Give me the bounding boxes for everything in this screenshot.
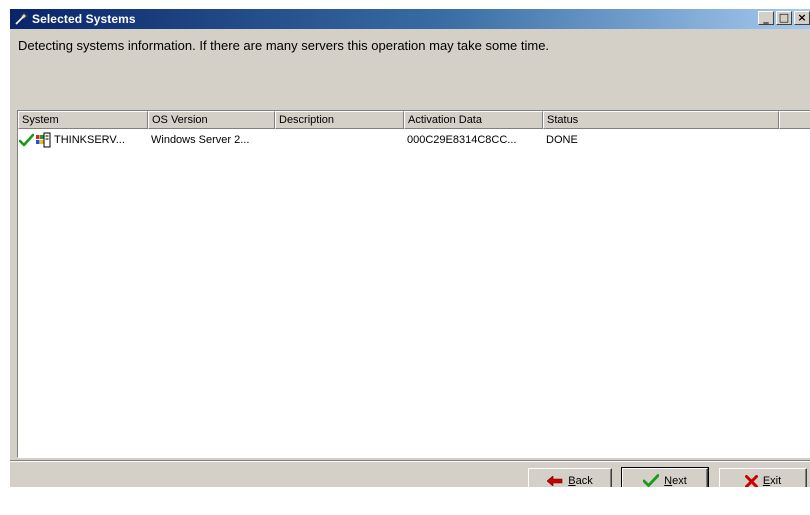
close-button[interactable]: × <box>794 11 810 25</box>
cell-activation-data: 000C29E8314C8CC... <box>407 134 517 146</box>
separator <box>10 460 810 462</box>
cell-os-version: Windows Server 2... <box>151 134 250 146</box>
back-arrow-icon <box>547 476 563 486</box>
cell-status: DONE <box>546 134 578 146</box>
exit-button-label: Exit <box>762 475 782 487</box>
exit-button[interactable]: Exit <box>719 468 807 487</box>
checkmark-icon <box>19 133 34 148</box>
checkmark-icon <box>643 474 660 487</box>
status-message: Detecting systems information. If there … <box>18 38 550 53</box>
wand-icon <box>14 12 28 26</box>
column-header-os-version[interactable]: OS Version <box>148 111 275 129</box>
column-header-description[interactable]: Description <box>275 111 404 129</box>
window-controls: _ □ × <box>756 11 810 25</box>
back-button[interactable]: Back <box>528 468 612 487</box>
cell-system: THINKSERV... <box>18 131 148 149</box>
column-header-filler <box>779 111 810 129</box>
column-header-activation-data[interactable]: Activation Data <box>404 111 543 129</box>
systems-list[interactable]: System OS Version Description Activation… <box>17 110 810 458</box>
next-button[interactable]: Next <box>621 467 709 487</box>
x-icon <box>744 474 758 487</box>
windows-server-icon <box>35 132 51 148</box>
title-bar[interactable]: Selected Systems _ □ × <box>10 9 810 29</box>
cell-description <box>275 131 404 149</box>
list-header: System OS Version Description Activation… <box>18 111 810 129</box>
window-title: Selected Systems <box>32 12 136 26</box>
next-button-label: Next <box>664 475 687 487</box>
system-name: THINKSERV... <box>54 134 125 146</box>
back-button-label: Back <box>568 475 593 487</box>
selected-systems-window: Selected Systems _ □ × Detecting systems… <box>10 9 810 487</box>
column-header-system[interactable]: System <box>18 111 148 129</box>
maximize-button[interactable]: □ <box>776 11 792 25</box>
minimize-button[interactable]: _ <box>758 11 774 25</box>
column-header-status[interactable]: Status <box>543 111 779 129</box>
table-row[interactable]: THINKSERV... Windows Server 2... 000C29E… <box>18 131 810 149</box>
